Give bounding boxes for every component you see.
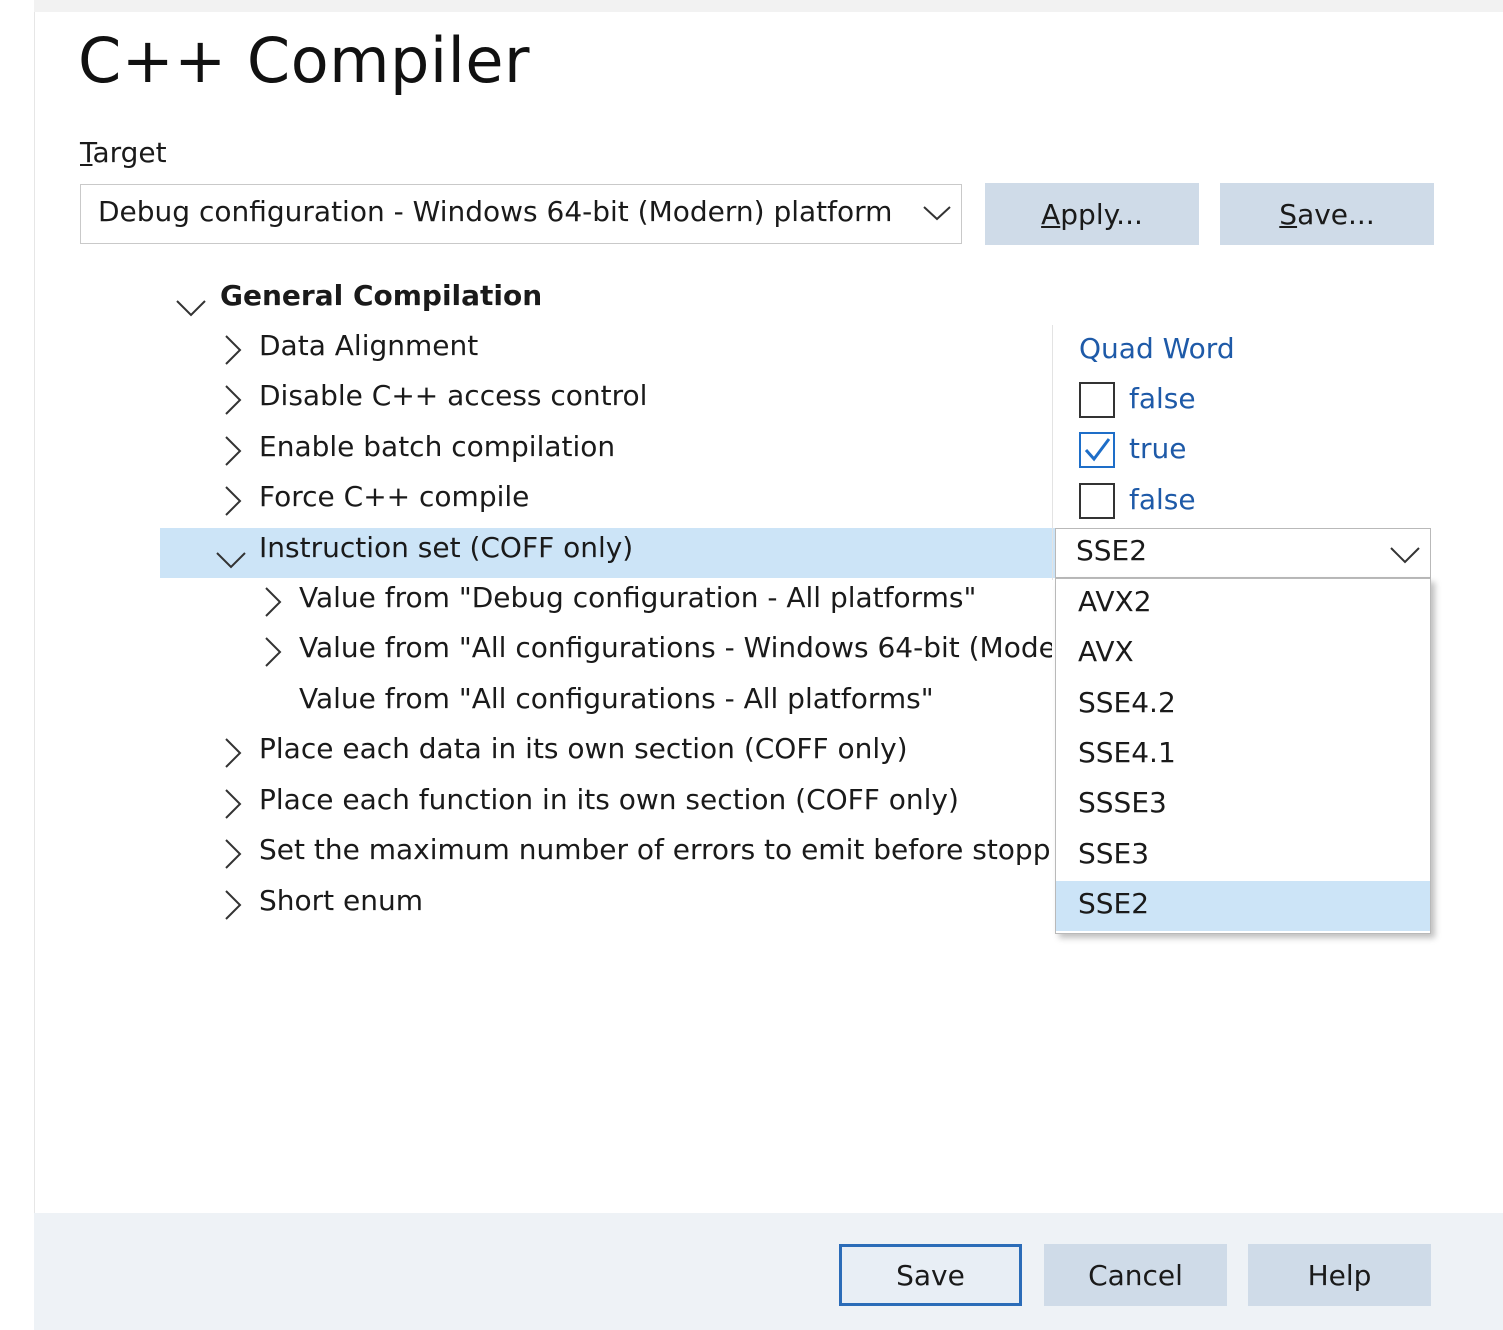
tree-item-enable-batch-compilation[interactable]: Enable batch compilation: [222, 426, 1042, 476]
tree-subitem-debug-all-platforms[interactable]: Value from "Debug configuration - All pl…: [262, 577, 1052, 627]
tree-item-data-alignment[interactable]: Data Alignment: [222, 325, 1042, 375]
option-avx[interactable]: AVX: [1056, 629, 1430, 679]
option-sse3[interactable]: SSE3: [1056, 831, 1430, 881]
tree-group-general-compilation[interactable]: General Compilation: [176, 275, 576, 325]
tree-subitem-all-configs-win64[interactable]: Value from "All configurations - Windows…: [262, 627, 1052, 677]
tree-item-label: Data Alignment: [259, 329, 479, 362]
tree-item-label: Instruction set (COFF only): [259, 531, 634, 564]
save-button[interactable]: Save: [839, 1244, 1022, 1306]
help-button[interactable]: Help: [1248, 1244, 1431, 1306]
instruction-set-select-value: SSE2: [1076, 534, 1148, 567]
apply-button[interactable]: Apply...: [985, 183, 1199, 245]
cancel-button[interactable]: Cancel: [1044, 1244, 1227, 1306]
enable-batch-compilation-value: true: [1129, 432, 1187, 465]
chevron-right-icon: [224, 738, 242, 775]
tree-item-label: Disable C++ access control: [259, 379, 648, 412]
tree-item-instruction-set[interactable]: Instruction set (COFF only): [216, 527, 1046, 577]
tree-item-disable-access-control[interactable]: Disable C++ access control: [222, 375, 1042, 425]
chevron-right-icon: [224, 789, 242, 826]
tree-item-label: Value from "Debug configuration - All pl…: [299, 581, 977, 614]
target-select-value: Debug configuration - Windows 64-bit (Mo…: [98, 195, 893, 228]
instruction-set-options-list: AVX2 AVX SSE4.2 SSE4.1 SSSE3 SSE3 SSE2: [1055, 578, 1431, 934]
chevron-down-icon: [216, 543, 246, 576]
tree-item-function-own-section[interactable]: Place each function in its own section (…: [222, 779, 1042, 829]
chevron-right-icon: [264, 637, 282, 674]
tree-item-short-enum[interactable]: Short enum: [222, 880, 1042, 930]
checkmark-icon: [1084, 438, 1111, 462]
chevron-right-icon: [224, 436, 242, 473]
chevron-right-icon: [224, 335, 242, 372]
chevron-right-icon: [224, 890, 242, 927]
save-target-button[interactable]: Save...: [1220, 183, 1434, 245]
chevron-right-icon: [264, 587, 282, 624]
window-top-edge: [34, 0, 1503, 12]
tree-item-data-own-section[interactable]: Place each data in its own section (COFF…: [222, 728, 1042, 778]
value-column-divider: [1052, 325, 1053, 580]
tree-item-label: Set the maximum number of errors to emit…: [259, 833, 1052, 866]
data-alignment-value[interactable]: Quad Word: [1079, 332, 1235, 365]
option-sse4-1[interactable]: SSE4.1: [1056, 730, 1430, 780]
tree-item-label: Value from "All configurations - Windows…: [299, 631, 1052, 664]
disable-access-control-value: false: [1129, 382, 1196, 415]
tree-subitem-all-configs-all-platforms[interactable]: Value from "All configurations - All pla…: [262, 678, 1052, 728]
option-sse4-2[interactable]: SSE4.2: [1056, 680, 1430, 730]
tree-group-label: General Compilation: [220, 279, 543, 312]
page-title: C++ Compiler: [78, 24, 530, 97]
tree-item-label: Place each function in its own section (…: [259, 783, 959, 816]
tree-item-max-errors[interactable]: Set the maximum number of errors to emit…: [222, 829, 1052, 879]
option-sse2[interactable]: SSE2: [1056, 881, 1430, 931]
tree-item-label: Value from "All configurations - All pla…: [299, 682, 934, 715]
tree-item-force-cpp-compile[interactable]: Force C++ compile: [222, 476, 1042, 526]
force-cpp-compile-checkbox[interactable]: [1079, 483, 1115, 519]
tree-item-label: Place each data in its own section (COFF…: [259, 732, 908, 765]
chevron-right-icon: [224, 839, 242, 876]
option-ssse3[interactable]: SSSE3: [1056, 780, 1430, 830]
target-select[interactable]: Debug configuration - Windows 64-bit (Mo…: [80, 184, 962, 244]
chevron-down-icon: [176, 291, 206, 324]
tree-item-label: Short enum: [259, 884, 424, 917]
chevron-right-icon: [224, 385, 242, 422]
force-cpp-compile-value: false: [1129, 483, 1196, 516]
disable-access-control-checkbox[interactable]: [1079, 382, 1115, 418]
instruction-set-select[interactable]: SSE2: [1055, 528, 1431, 578]
tree-item-label: Enable batch compilation: [259, 430, 616, 463]
chevron-down-icon: [1390, 546, 1420, 564]
option-avx2[interactable]: AVX2: [1056, 579, 1430, 629]
enable-batch-compilation-checkbox[interactable]: [1079, 432, 1115, 468]
target-label: Target: [80, 136, 167, 169]
chevron-right-icon: [224, 486, 242, 523]
chevron-down-icon: [923, 205, 951, 221]
tree-item-label: Force C++ compile: [259, 480, 530, 513]
